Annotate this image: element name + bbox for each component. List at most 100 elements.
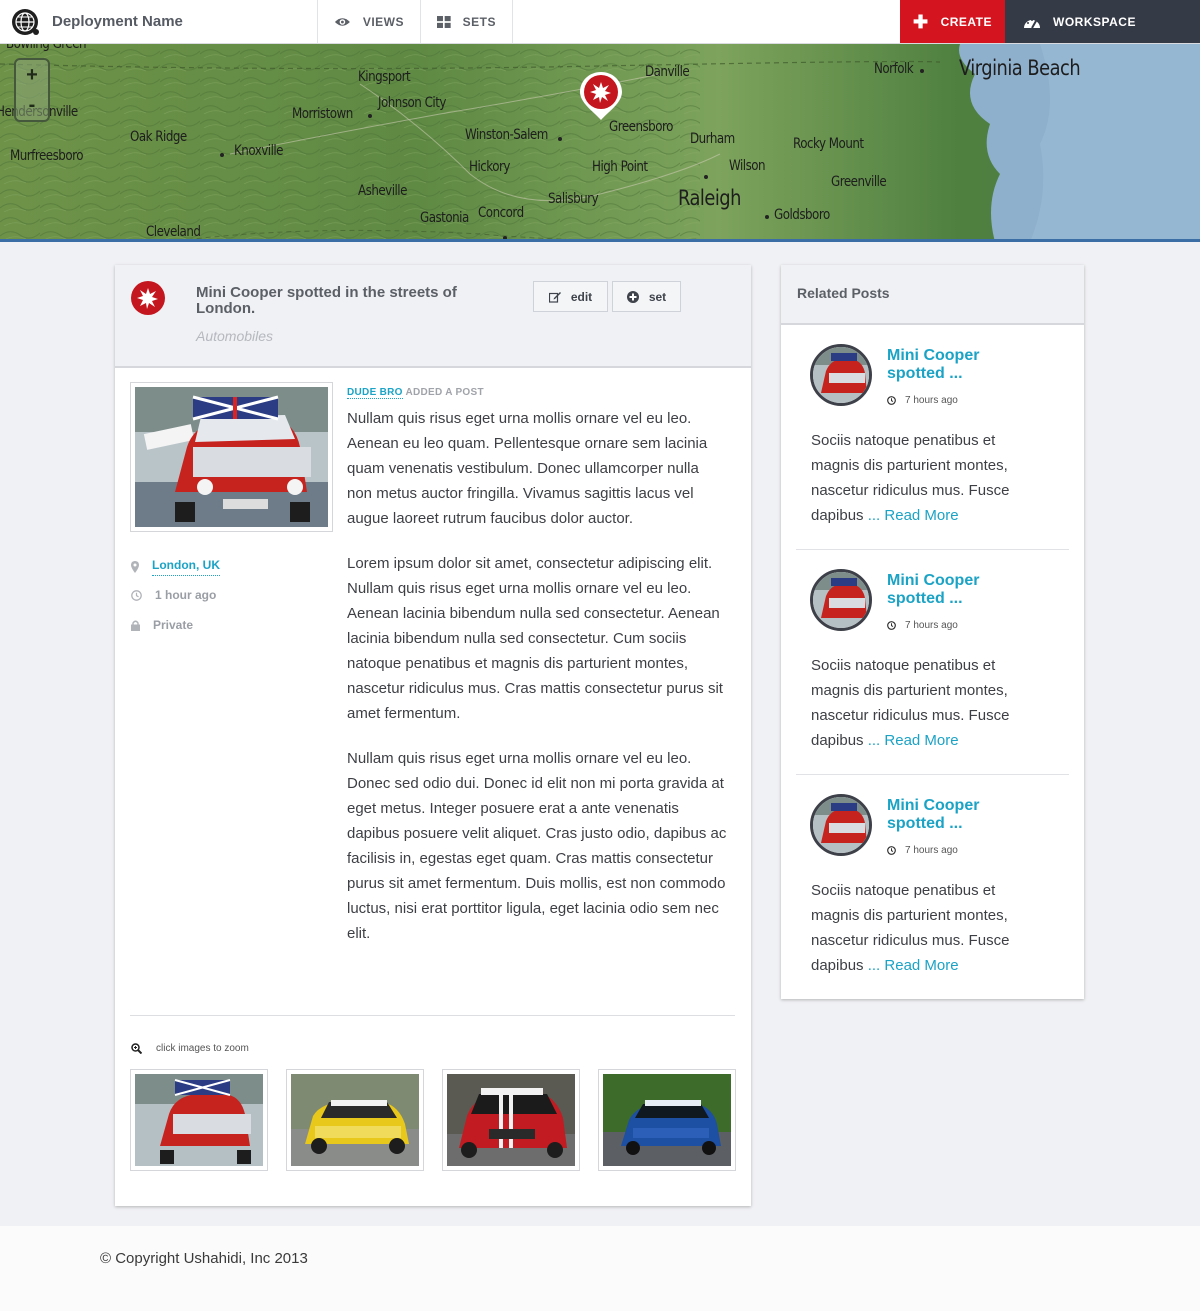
author-action: ADDED A POST	[405, 387, 484, 398]
post-paragraph: Nullam quis risus eget urna mollis ornar…	[347, 410, 708, 527]
category-burst-icon	[131, 281, 165, 315]
related-post-avatar[interactable]	[810, 569, 872, 631]
map-label: Danville	[645, 64, 690, 80]
thumb-blue-mini	[603, 1074, 731, 1166]
divider	[130, 1015, 735, 1016]
create-button[interactable]: ✚ CREATE	[900, 0, 1005, 43]
map-label: Raleigh	[678, 186, 741, 210]
map-label: Morristown	[292, 106, 353, 122]
city-dot	[765, 215, 769, 219]
post-paragraph: Lorem ipsum dolor sit amet, consectetur …	[347, 555, 723, 722]
related-post-excerpt: Sociis natoque penatibus et magnis dis p…	[811, 653, 1041, 753]
zoom-in-button[interactable]: +	[16, 60, 48, 90]
map-label: Cleveland	[146, 224, 201, 240]
read-more-link[interactable]: ... Read More	[868, 732, 959, 749]
visibility-label: Private	[153, 618, 194, 632]
top-navbar: Deployment Name VIEWS SETS ✚ CREATE WORK…	[0, 0, 1200, 44]
post-main-image[interactable]	[130, 382, 333, 532]
map-label: Goldsboro	[774, 207, 830, 223]
post-category[interactable]: Automobiles	[196, 328, 273, 344]
city-dot	[558, 137, 562, 141]
related-post-title[interactable]: Mini Cooper spotted ...	[887, 797, 1027, 833]
related-post: Mini Cooper spotted ... 7 hours ago Soci…	[796, 550, 1069, 775]
city-dot	[368, 114, 372, 118]
related-post-excerpt: Sociis natoque penatibus et magnis dis p…	[811, 428, 1041, 528]
related-post-title[interactable]: Mini Cooper spotted ...	[887, 572, 1027, 608]
create-label: CREATE	[940, 14, 993, 29]
post-title: Mini Cooper spotted in the streets of Lo…	[196, 284, 457, 317]
sets-label: SETS	[462, 14, 496, 29]
read-more-link[interactable]: ... Read More	[868, 957, 959, 974]
clock-icon	[887, 396, 896, 405]
city-dot	[704, 175, 708, 179]
thumb-red-mini-painting	[135, 1074, 263, 1166]
map-label: Kingsport	[358, 69, 411, 85]
time-label: 1 hour ago	[155, 588, 217, 602]
related-post-time-label: 7 hours ago	[905, 845, 958, 856]
map-label: Murfreesboro	[10, 148, 84, 164]
gallery-thumbnail[interactable]	[130, 1069, 268, 1171]
related-post-avatar[interactable]	[810, 344, 872, 406]
map-label: Johnson City	[378, 95, 446, 111]
related-posts-card: Related Posts Mini Cooper spotted ... 7 …	[781, 265, 1084, 999]
read-more-link[interactable]: ... Read More	[868, 507, 959, 524]
car-painting-image	[135, 387, 328, 527]
map-label: Greenville	[831, 174, 887, 190]
plus-circle-icon	[626, 290, 639, 303]
map-label: Bowling Green	[6, 44, 87, 52]
city-dot	[920, 69, 924, 73]
related-post: Mini Cooper spotted ... 7 hours ago Soci…	[796, 775, 1069, 1000]
edit-button[interactable]: edit	[533, 281, 608, 312]
map-label: Salisbury	[548, 191, 599, 207]
copyright: © Copyright Ushahidi, Inc 2013	[100, 1250, 308, 1267]
map-label: High Point	[592, 159, 648, 175]
gallery-thumbnail[interactable]	[286, 1069, 424, 1171]
location-link[interactable]: London, UK	[152, 558, 220, 576]
city-dot	[503, 236, 507, 239]
gallery-thumbnail[interactable]	[598, 1069, 736, 1171]
post-paragraph: Nullam quis risus eget urna mollis ornar…	[347, 750, 727, 942]
workspace-button[interactable]: WORKSPACE	[1005, 0, 1200, 43]
map-label: Virginia Beach	[959, 56, 1081, 80]
related-post-time: 7 hours ago	[887, 620, 958, 631]
gallery-thumbnail[interactable]	[442, 1069, 580, 1171]
map-label: Hickory	[469, 159, 510, 175]
map-label: Asheville	[358, 183, 407, 199]
brand[interactable]: Deployment Name	[0, 0, 318, 43]
related-posts-heading: Related Posts	[781, 265, 1084, 325]
views-button[interactable]: VIEWS	[318, 0, 421, 43]
location-icon	[131, 561, 139, 573]
mini-avatar-image	[813, 797, 869, 853]
map-label: Wilson	[729, 158, 766, 174]
author-link[interactable]: DUDE BRO	[347, 387, 403, 399]
clock-icon	[131, 589, 142, 601]
set-label: set	[648, 289, 667, 304]
deployment-name: Deployment Name	[52, 13, 183, 30]
map-label: Knoxville	[234, 143, 284, 159]
zoom-hint: click images to zoom	[131, 1043, 249, 1054]
map-label: Oak Ridge	[130, 129, 187, 145]
post-visibility: Private	[131, 618, 193, 632]
related-post-avatar[interactable]	[810, 794, 872, 856]
author-line: DUDE BRO ADDED A POST	[347, 387, 727, 399]
related-post-excerpt: Sociis natoque penatibus et magnis dis p…	[811, 878, 1041, 978]
city-dot	[220, 153, 224, 157]
map-label: Gastonia	[420, 210, 469, 226]
workspace-label: WORKSPACE	[1053, 14, 1136, 29]
map[interactable]: Bowling Green Hendersonville Murfreesbor…	[0, 44, 1200, 242]
mini-avatar-image	[813, 347, 869, 403]
related-post-time: 7 hours ago	[887, 395, 958, 406]
clock-icon	[887, 846, 896, 855]
zoom-out-button[interactable]: -	[16, 90, 48, 120]
eye-icon	[334, 17, 350, 26]
sets-button[interactable]: SETS	[421, 0, 513, 43]
post-body: DUDE BRO ADDED A POST Nullam quis risus …	[347, 387, 727, 966]
map-label: Rocky Mount	[793, 136, 864, 152]
add-to-set-button[interactable]: set	[612, 281, 681, 312]
navbar-spacer	[513, 0, 900, 43]
post-time: 1 hour ago	[131, 588, 216, 602]
related-post-title[interactable]: Mini Cooper spotted ...	[887, 347, 1027, 383]
related-post-time: 7 hours ago	[887, 845, 958, 856]
plus-icon: ✚	[912, 11, 929, 32]
map-pin-icon[interactable]	[578, 70, 624, 122]
